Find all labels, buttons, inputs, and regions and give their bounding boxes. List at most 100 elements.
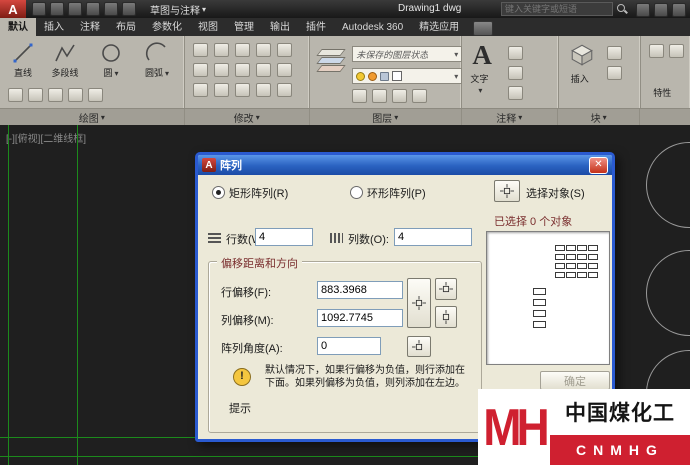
modify-tool-icon[interactable] — [235, 83, 250, 97]
exchange-icon[interactable] — [654, 3, 668, 17]
rectangle-icon[interactable] — [8, 88, 23, 102]
watermark-code: CNMHG — [550, 435, 690, 465]
modify-tool-icon[interactable] — [277, 63, 292, 77]
tab-output[interactable]: 输出 — [262, 15, 298, 36]
layer-off-icon[interactable] — [352, 89, 367, 103]
dimension-icon[interactable] — [508, 46, 523, 60]
undo-icon[interactable] — [104, 2, 118, 16]
tab-plugins[interactable]: 插件 — [298, 15, 334, 36]
plot-icon[interactable] — [86, 2, 100, 16]
layer-freeze-icon[interactable] — [392, 89, 407, 103]
modify-tool-icon[interactable] — [193, 83, 208, 97]
pick-col-offset-button[interactable] — [435, 306, 457, 328]
arc-tool[interactable]: 圆弧▾ — [136, 41, 178, 79]
tab-view[interactable]: 视图 — [190, 15, 226, 36]
pick-cursor-icon — [500, 184, 514, 198]
panel-label-block[interactable]: 块▾ — [558, 109, 640, 125]
panel-draw: 直线 多段线 圆▾ 圆弧▾ — [0, 36, 185, 108]
ok-button[interactable]: 确定 — [540, 371, 610, 390]
edit-block-icon[interactable] — [607, 66, 622, 80]
modify-tool-icon[interactable] — [214, 83, 229, 97]
properties-palette-icon[interactable] — [669, 44, 684, 58]
search-icon[interactable] — [616, 3, 628, 15]
modify-tool-icon[interactable] — [256, 83, 271, 97]
modify-tool-icon[interactable] — [214, 63, 229, 77]
pick-both-offsets-button[interactable] — [407, 278, 431, 328]
pick-row-offset-button[interactable] — [435, 278, 457, 300]
tab-home[interactable]: 默认 — [0, 15, 36, 36]
layer-select-dropdown[interactable]: ▾ — [352, 68, 462, 84]
pick-angle-button[interactable] — [407, 336, 431, 357]
signin-icon[interactable] — [636, 3, 650, 17]
columns-icon — [330, 233, 343, 243]
text-tool-icon[interactable]: A — [472, 40, 492, 70]
select-objects-button[interactable] — [494, 180, 520, 202]
search-input[interactable] — [501, 2, 613, 16]
tab-insert[interactable]: 插入 — [36, 15, 72, 36]
layer-lock-icon[interactable] — [412, 89, 427, 103]
bulb-icon — [356, 72, 365, 81]
open-file-icon[interactable] — [50, 2, 64, 16]
panel-label-draw[interactable]: 绘图▾ — [0, 109, 185, 125]
tab-autodesk360[interactable]: Autodesk 360 — [334, 19, 411, 36]
rectangular-array-radio[interactable]: 矩形阵列(R) — [212, 185, 288, 201]
help-icon[interactable] — [672, 3, 686, 17]
create-block-icon[interactable] — [607, 46, 622, 60]
dialog-titlebar[interactable]: A 阵列 ✕ — [198, 155, 612, 175]
row-offset-input[interactable] — [317, 281, 403, 299]
panel-label-annotation[interactable]: 注释▾ — [462, 109, 558, 125]
tab-featured-apps[interactable]: 精选应用 — [411, 15, 467, 36]
polar-array-radio[interactable]: 环形阵列(P) — [350, 185, 426, 201]
circle-tool[interactable]: 圆▾ — [90, 41, 132, 79]
redo-icon[interactable] — [122, 2, 136, 16]
layer-state-label: 未保存的图层状态 — [356, 48, 428, 61]
modify-tool-icon[interactable] — [256, 63, 271, 77]
modify-tool-icon[interactable] — [256, 43, 271, 57]
modify-tool-icon[interactable] — [277, 43, 292, 57]
close-icon[interactable]: ✕ — [589, 157, 608, 174]
col-offset-label: 列偏移(M): — [221, 312, 274, 328]
preview-cell — [577, 245, 587, 251]
tab-parametric[interactable]: 参数化 — [144, 15, 190, 36]
modify-tool-icon[interactable] — [193, 63, 208, 77]
col-offset-input[interactable] — [317, 309, 403, 327]
panel-label-layer[interactable]: 图层▾ — [310, 109, 462, 125]
ribbon-options-icon[interactable] — [473, 21, 493, 36]
line-tool[interactable]: 直线 — [2, 41, 44, 79]
pick-cursor-icon — [412, 340, 426, 354]
layer-state-dropdown[interactable]: 未保存的图层状态 ▾ — [352, 46, 462, 62]
modify-tool-icon[interactable] — [235, 43, 250, 57]
hatch-icon[interactable] — [48, 88, 63, 102]
ribbon: 直线 多段线 圆▾ 圆弧▾ — [0, 36, 690, 108]
match-properties-icon[interactable] — [649, 44, 664, 58]
insert-block-tool[interactable] — [569, 42, 595, 71]
tab-annotate[interactable]: 注释 — [72, 15, 108, 36]
preview-cell — [577, 272, 587, 278]
angle-input[interactable] — [317, 337, 381, 355]
ellipse-icon[interactable] — [28, 88, 43, 102]
leader-icon[interactable] — [508, 66, 523, 80]
spline-icon[interactable] — [68, 88, 83, 102]
layer-properties-icon[interactable] — [316, 44, 346, 80]
tab-manage[interactable]: 管理 — [226, 15, 262, 36]
save-icon[interactable] — [68, 2, 82, 16]
array-preview — [486, 231, 610, 365]
tab-layout[interactable]: 布局 — [108, 15, 144, 36]
modify-tool-icon[interactable] — [277, 83, 292, 97]
chevron-down-icon: ▾ — [394, 113, 398, 122]
panel-label-modify[interactable]: 修改▾ — [185, 109, 310, 125]
point-icon[interactable] — [88, 88, 103, 102]
radio-unselected-icon — [350, 186, 363, 199]
new-file-icon[interactable] — [32, 2, 46, 16]
autocad-logo-button[interactable]: A — [0, 0, 26, 18]
modify-tool-icon[interactable] — [214, 43, 229, 57]
workspace-switcher[interactable]: 草图与注释 ▾ — [150, 2, 206, 17]
rows-input[interactable] — [255, 228, 313, 246]
viewport-controls[interactable]: [-][俯视][二维线框] — [6, 130, 86, 145]
table-icon[interactable] — [508, 86, 523, 100]
columns-input[interactable] — [394, 228, 472, 246]
modify-tool-icon[interactable] — [235, 63, 250, 77]
layer-isolate-icon[interactable] — [372, 89, 387, 103]
polyline-tool[interactable]: 多段线 — [44, 41, 86, 79]
modify-tool-icon[interactable] — [193, 43, 208, 57]
